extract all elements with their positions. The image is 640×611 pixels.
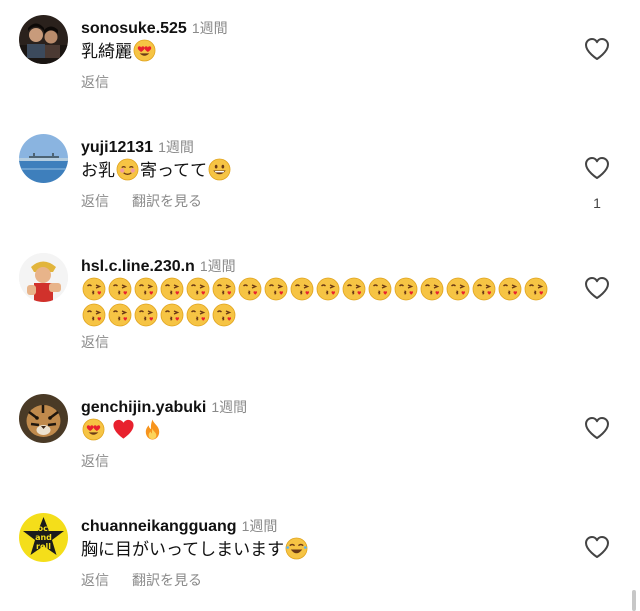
face-blowing-kiss-emoji-icon [160, 303, 184, 327]
grinning-face-emoji-icon [208, 158, 231, 181]
heart-eyes-emoji-icon [133, 39, 156, 62]
comment-actions: 返信 [81, 72, 132, 92]
username[interactable]: sonosuke.525 [81, 20, 187, 37]
reply-button[interactable]: 返信 [81, 193, 109, 209]
avatar-text: and [35, 533, 52, 542]
face-blowing-kiss-emoji-icon [472, 277, 496, 301]
username[interactable]: genchijin.yabuki [81, 399, 206, 416]
comment-actions: 返信 翻訳を見る [81, 570, 225, 590]
red-heart-emoji-icon [113, 419, 134, 439]
comment-text: 胸に目がいってしまいます [81, 537, 561, 563]
scrollbar[interactable] [632, 590, 636, 611]
avatar-text: roll [36, 542, 51, 551]
translate-button[interactable]: 翻訳を見る [132, 572, 202, 588]
face-blowing-kiss-emoji-icon [160, 277, 184, 301]
comment-text [81, 277, 561, 329]
face-blowing-kiss-emoji-icon [342, 277, 366, 301]
reply-button[interactable]: 返信 [81, 453, 109, 469]
face-blowing-kiss-emoji-icon [316, 277, 340, 301]
face-blowing-kiss-emoji-icon [134, 277, 158, 301]
comment-actions: 返信 翻訳を見る [81, 191, 225, 211]
face-blowing-kiss-emoji-icon [290, 277, 314, 301]
avatar-text: rock [34, 524, 54, 533]
comment-text-segment: 寄ってて [140, 161, 208, 180]
username[interactable]: chuanneikangguang [81, 518, 237, 535]
timestamp: 1週間 [199, 258, 236, 274]
face-blowing-kiss-emoji-icon [108, 277, 132, 301]
face-blowing-kiss-emoji-icon [212, 277, 236, 301]
face-blowing-kiss-emoji-icon [368, 277, 392, 301]
rock-and-roll-star-avatar: rock and roll [19, 513, 68, 562]
face-blowing-kiss-emoji-icon [134, 303, 158, 327]
face-blowing-kiss-emoji-icon [394, 277, 418, 301]
cartoon-fighter-avatar [19, 253, 68, 302]
like-heart-icon[interactable] [584, 37, 610, 61]
person-photo-avatar [19, 15, 68, 64]
reply-button[interactable]: 返信 [81, 572, 109, 588]
timestamp: 1週間 [241, 518, 278, 534]
comment-text [81, 418, 561, 444]
timestamp: 1週間 [158, 139, 194, 155]
like-heart-icon[interactable] [584, 156, 610, 180]
comment-text-segment: 乳綺麗 [81, 42, 132, 61]
face-blowing-kiss-emoji-icon [186, 303, 210, 327]
like-heart-icon[interactable] [584, 276, 610, 300]
like-heart-icon[interactable] [584, 416, 610, 440]
timestamp: 1週間 [211, 399, 248, 415]
avatar[interactable] [19, 134, 68, 183]
face-blowing-kiss-emoji-icon [82, 277, 106, 301]
avatar[interactable] [19, 15, 68, 64]
like-heart-icon[interactable] [584, 535, 610, 559]
timestamp: 1週間 [191, 20, 228, 36]
tears-of-joy-emoji-icon [285, 537, 308, 560]
face-blowing-kiss-emoji-icon [498, 277, 522, 301]
avatar[interactable] [19, 394, 68, 443]
avatar[interactable]: rock and roll [19, 513, 68, 562]
fire-emoji-icon [146, 419, 160, 440]
smiling-face-emoji-icon [116, 158, 139, 181]
avatar[interactable] [19, 253, 68, 302]
face-blowing-kiss-emoji-icon [446, 277, 470, 301]
comment-text-segment: お乳 [81, 161, 115, 180]
face-blowing-kiss-emoji-icon [186, 277, 210, 301]
face-blowing-kiss-emoji-icon [212, 303, 236, 327]
translate-button[interactable]: 翻訳を見る [132, 193, 202, 209]
face-blowing-kiss-emoji-icon [238, 277, 262, 301]
tiger-photo-avatar [19, 394, 68, 443]
face-blowing-kiss-emoji-icon [264, 277, 288, 301]
comment-text: お乳 寄ってて [81, 158, 561, 184]
reply-button[interactable]: 返信 [81, 334, 109, 350]
comment-actions: 返信 [81, 332, 132, 352]
face-blowing-kiss-emoji-icon [420, 277, 444, 301]
heart-eyes-emoji-icon [82, 418, 105, 441]
username[interactable]: yuji12131 [81, 139, 153, 156]
reply-button[interactable]: 返信 [81, 74, 109, 90]
like-count: 1 [593, 195, 601, 211]
face-blowing-kiss-emoji-icon [108, 303, 132, 327]
comment-text-segment: 胸に目がいってしまいます [81, 540, 285, 559]
ocean-photo-avatar [19, 134, 68, 183]
face-blowing-kiss-emoji-icon [82, 303, 106, 327]
username[interactable]: hsl.c.line.230.n [81, 258, 195, 275]
face-blowing-kiss-emoji-icon [524, 277, 548, 301]
comment-text: 乳綺麗 [81, 39, 561, 65]
comment-actions: 返信 [81, 451, 132, 471]
